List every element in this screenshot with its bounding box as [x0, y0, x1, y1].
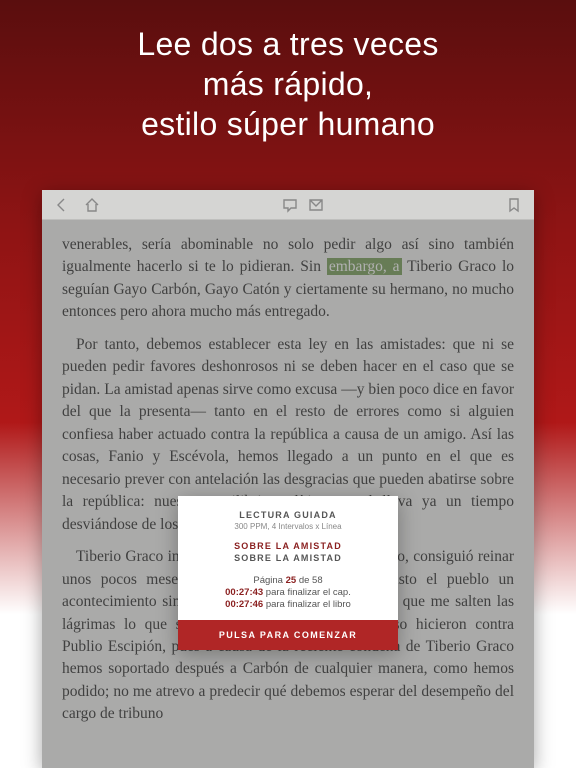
- comment-icon[interactable]: [282, 197, 298, 213]
- bookmark-icon[interactable]: [506, 197, 522, 213]
- page-total: 58: [312, 575, 323, 586]
- reading-highlight: embargo, a: [327, 258, 402, 275]
- hero-line-2: más rápido,: [0, 64, 576, 104]
- popup-chapter-name: SOBRE LA AMISTAD: [190, 553, 386, 563]
- back-icon[interactable]: [54, 197, 70, 213]
- page-mid: de: [296, 575, 312, 586]
- guided-reading-popup: LECTURA GUIADA 300 PPM, 4 Intervalos x L…: [178, 496, 398, 650]
- hero-line-3: estilo súper humano: [0, 104, 576, 144]
- time-chapter-suffix: para finalizar el cap.: [263, 587, 351, 598]
- popup-page-info: Página 25 de 58: [190, 575, 386, 586]
- page-current: 25: [286, 575, 297, 586]
- hero-headline: Lee dos a tres veces más rápido, estilo …: [0, 24, 576, 144]
- home-icon[interactable]: [84, 197, 100, 213]
- hero-line-1: Lee dos a tres veces: [0, 24, 576, 64]
- popup-book-name: SOBRE LA AMISTAD: [190, 541, 386, 551]
- popup-time-chapter: 00:27:43 para finalizar el cap.: [190, 587, 386, 598]
- device-screenshot: venerables, sería abominable no solo ped…: [42, 190, 534, 768]
- reader-toolbar: [42, 190, 534, 220]
- reader-page[interactable]: venerables, sería abominable no solo ped…: [42, 220, 534, 768]
- page-text: venerables, sería abominable no solo ped…: [42, 220, 534, 750]
- time-chapter-value: 00:27:43: [225, 587, 263, 598]
- inbox-icon[interactable]: [308, 197, 324, 213]
- page-prefix: Página: [253, 575, 285, 586]
- time-book-value: 00:27:46: [225, 599, 263, 610]
- paragraph-1: venerables, sería abominable no solo ped…: [62, 234, 514, 324]
- popup-time-book: 00:27:46 para finalizar el libro: [190, 599, 386, 610]
- popup-subtitle: 300 PPM, 4 Intervalos x Línea: [190, 522, 386, 531]
- time-book-suffix: para finalizar el libro: [263, 599, 351, 610]
- popup-title: LECTURA GUIADA: [190, 510, 386, 520]
- start-reading-button[interactable]: PULSA PARA COMENZAR: [178, 620, 398, 650]
